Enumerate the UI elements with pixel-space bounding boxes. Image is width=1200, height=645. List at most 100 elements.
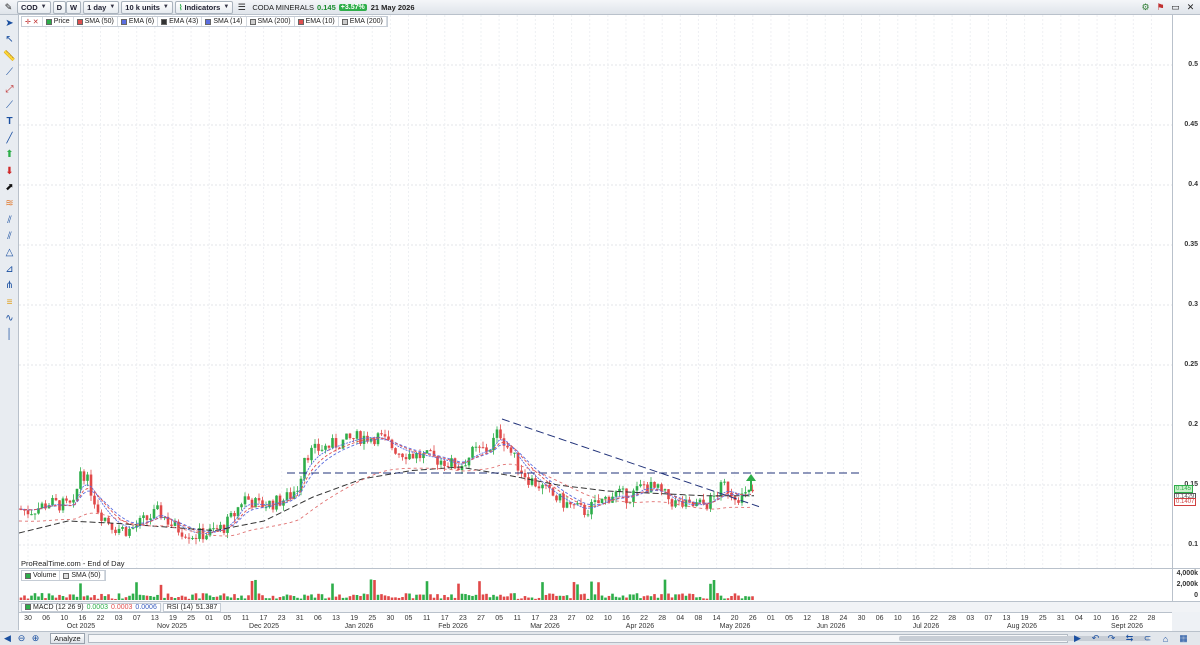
time-tick: 10 [60, 615, 69, 622]
legend-volume-sma[interactable]: SMA (50) [60, 571, 105, 580]
candle-body [576, 503, 579, 505]
period-w-button[interactable]: W [66, 0, 82, 14]
measure-icon[interactable]: ⟋ [1, 65, 18, 80]
magnet-icon[interactable]: ⊂ [1142, 633, 1153, 644]
fit-icon[interactable]: ⇆ [1124, 633, 1135, 644]
legend-item[interactable]: EMA (200) [339, 17, 387, 26]
period-d-button[interactable]: D [52, 0, 67, 14]
arrow-up-icon[interactable]: ⬆ [1, 147, 18, 162]
candle-body [96, 504, 100, 513]
price-tick: 0.2 [1188, 421, 1198, 428]
price-chart[interactable]: ✛ ✕ Price SMA (50) EMA (6) EMA (43) SMA (14) S… [19, 15, 1172, 568]
text-tool-icon[interactable]: T [1, 114, 18, 129]
redo-icon[interactable]: ↷ [1106, 633, 1117, 644]
volume-bar [432, 597, 436, 600]
time-month-label: Oct 2025 [66, 623, 96, 630]
candle-body [562, 493, 565, 508]
parallel-icon[interactable]: ⫽ [1, 229, 18, 244]
list-icon[interactable]: ☰ [235, 1, 248, 14]
volume-bar [257, 593, 261, 600]
macd-value-3: 0.0006 [135, 603, 157, 611]
legend-settings-icon[interactable]: ✛ ✕ [22, 17, 43, 26]
time-tick: 19 [1020, 615, 1029, 622]
vertical-line-icon[interactable]: │ [1, 327, 18, 342]
settings-icon[interactable]: ⚙ [1139, 1, 1152, 14]
volume-bar [723, 598, 726, 600]
draw-pen-icon[interactable]: ✎ [2, 1, 15, 14]
undo-icon[interactable]: ↶ [1090, 633, 1101, 644]
line-icon[interactable]: ╱ [1, 131, 18, 146]
legend-item[interactable]: EMA (6) [118, 17, 159, 26]
candle-body [394, 448, 397, 454]
cycle-icon[interactable]: ∿ [1, 311, 18, 326]
indicators-button[interactable]: ⌇ Indicators ▼ [174, 0, 234, 14]
lock-icon[interactable]: ⌂ [1160, 633, 1171, 644]
rsi-legend[interactable]: RSI (14) 51.387 [162, 602, 222, 612]
legend-item[interactable]: SMA (200) [247, 17, 295, 26]
volume-bar [299, 598, 303, 600]
candle-body [187, 537, 191, 539]
volume-bar [653, 594, 656, 600]
chevron-down-icon: ▼ [109, 4, 116, 10]
legend-item[interactable]: SMA (50) [74, 17, 118, 26]
triangle-icon[interactable]: △ [1, 245, 18, 260]
arrow-diagonal-icon[interactable]: ⬈ [1, 180, 18, 195]
flag-icon[interactable]: ⚑ [1154, 1, 1167, 14]
gann-icon[interactable]: ≡ [1, 295, 18, 310]
time-tick: 05 [495, 615, 504, 622]
close-icon[interactable]: ✕ [1184, 1, 1197, 14]
legend-item[interactable]: SMA (14) [202, 17, 247, 26]
trendline-icon[interactable]: ⟋ [1, 98, 18, 113]
volume-bar [670, 597, 674, 600]
pattern-icon[interactable]: ⊿ [1, 262, 18, 277]
price-tick: 0.25 [1184, 361, 1198, 368]
layout-icon[interactable]: ▦ [1178, 633, 1189, 644]
time-tick: 23 [549, 615, 558, 622]
volume-bar [68, 594, 72, 600]
volume-bar [72, 594, 75, 600]
time-axis[interactable]: 30 06 10 16 22 03 07 13 19 25 01 05 11 17 23 31 06 13 19 25… [19, 612, 1172, 631]
zoom-icon[interactable]: ⤢ [1, 82, 18, 97]
zoom-in-icon[interactable]: ⊕ [30, 633, 41, 644]
candle-body [233, 513, 236, 517]
macd-value-2: 0.0003 [111, 603, 133, 611]
analyze-button[interactable]: Analyze [50, 633, 85, 644]
legend-volume[interactable]: Volume [22, 571, 61, 580]
time-tick: 04 [1075, 615, 1083, 622]
volume-bar [51, 595, 54, 600]
legend-item[interactable]: EMA (10) [295, 17, 339, 26]
pointer-icon[interactable]: ↖ [1, 32, 18, 47]
candle-body [51, 497, 54, 506]
channel-icon[interactable]: ⫽ [1, 213, 18, 228]
pitchfork-icon[interactable]: ⋔ [1, 278, 18, 293]
time-tick: 22 [930, 615, 938, 622]
price-axis[interactable]: 0.50.450.40.350.30.250.20.150.10.1450.14… [1172, 15, 1200, 568]
candle-body [593, 500, 597, 502]
fibonacci-icon[interactable]: ≋ [1, 196, 18, 211]
time-scrollbar[interactable] [88, 634, 1149, 643]
volume-panel[interactable]: Volume SMA (50) [19, 568, 1172, 601]
interval-selector[interactable]: 1 day ▼ [83, 0, 120, 14]
scroll-right-icon[interactable]: ▶ [1072, 633, 1083, 644]
legend-item[interactable]: Price [43, 17, 74, 26]
volume-bar [373, 580, 376, 600]
scroll-left-icon[interactable]: ◀ [2, 633, 13, 644]
cursor-icon[interactable]: ➤ [1, 16, 18, 31]
arrow-down-icon[interactable]: ⬇ [1, 164, 18, 179]
chart-legend: ✛ ✕ Price SMA (50) EMA (6) EMA (43) SMA (14) S… [21, 16, 388, 27]
zoom-out-icon[interactable]: ⊖ [16, 633, 27, 644]
volume-bar [544, 594, 548, 600]
symbol-selector[interactable]: COD ▼ [17, 0, 51, 14]
minimize-icon[interactable]: ▭ [1169, 1, 1182, 14]
volume-bar [348, 596, 352, 600]
price-tick: 0.35 [1184, 241, 1198, 248]
time-tick: 07 [132, 615, 141, 622]
volume-bar [523, 596, 527, 600]
ruler-icon[interactable]: 📏 [1, 49, 18, 64]
macd-legend[interactable]: MACD (12 26 9) 0.0003 0.0003 0.0006 [21, 602, 161, 612]
legend-item[interactable]: EMA (43) [158, 17, 203, 26]
volume-bar [219, 595, 222, 600]
units-selector[interactable]: 10 k units ▼ [121, 0, 173, 14]
volume-bar [89, 597, 93, 600]
time-month-label: Jun 2026 [816, 623, 846, 630]
